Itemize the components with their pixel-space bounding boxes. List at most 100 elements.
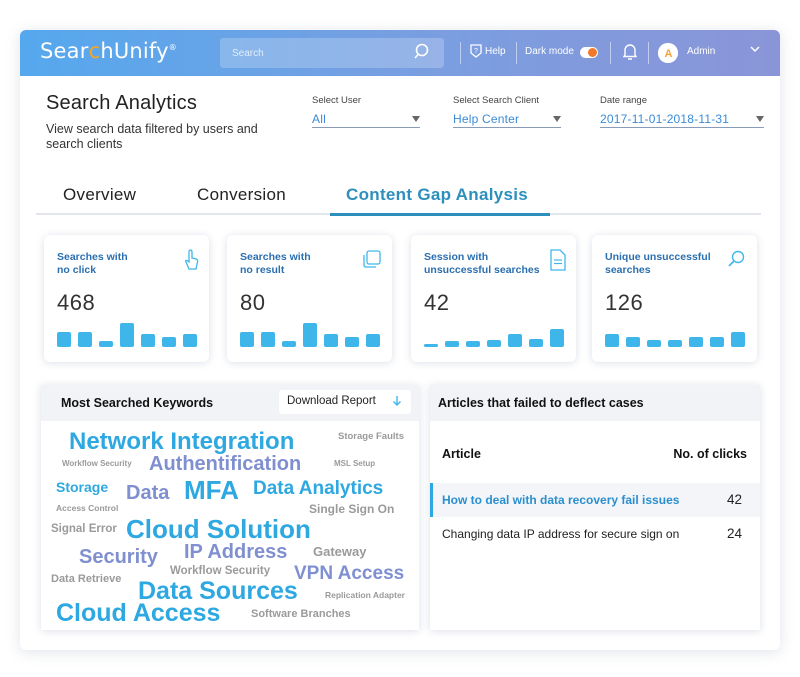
keyword[interactable]: Gateway (313, 545, 366, 558)
keyword[interactable]: Signal Error (51, 523, 117, 536)
article-link[interactable]: How to deal with data recovery fail issu… (442, 493, 679, 507)
keyword[interactable]: Cloud Solution (126, 516, 311, 542)
caret-down-icon (756, 116, 764, 122)
spark-bar (626, 337, 640, 347)
download-report-button[interactable]: Download Report (279, 390, 411, 414)
article-link[interactable]: Changing data IP address for secure sign… (442, 527, 679, 541)
select-client-dropdown[interactable]: Help Center (453, 110, 561, 128)
metric-sparkbars (57, 319, 202, 347)
metric-card-unsuccessful-sessions[interactable]: Session with unsuccessful searches 42 (411, 235, 576, 362)
keyword[interactable]: Storage Faults (338, 432, 404, 442)
spark-bar (647, 340, 661, 347)
tab-conversion[interactable]: Conversion (197, 185, 286, 205)
page-title: Search Analytics (46, 92, 198, 114)
metric-sparkbars (240, 319, 385, 347)
logo-registered-mark: ® (168, 43, 177, 52)
metric-card-no-click[interactable]: Searches with no click 468 (44, 235, 209, 362)
keyword[interactable]: Storage (56, 480, 108, 494)
keyword[interactable]: Security (79, 547, 158, 567)
spark-bar (282, 341, 296, 347)
select-user-group: Select User All (312, 95, 420, 128)
user-name[interactable]: Admin (687, 46, 715, 57)
metric-value: 126 (605, 290, 644, 315)
global-search-input[interactable] (232, 44, 402, 62)
metric-card-unique-unsuccessful[interactable]: Unique unsuccessful searches 126 (592, 235, 757, 362)
download-report-label: Download Report (287, 395, 376, 407)
keyword[interactable]: Access Control (56, 504, 118, 513)
spark-bar (710, 337, 724, 347)
caret-down-icon (553, 116, 561, 122)
spark-bar (366, 334, 380, 347)
spark-bar (240, 332, 254, 347)
logo-magnifier-icon: c (88, 39, 101, 63)
metric-value: 468 (57, 290, 96, 315)
spark-bar (345, 337, 359, 347)
caret-down-icon (412, 116, 420, 122)
search-icon[interactable] (414, 43, 432, 66)
avatar-letter: A (665, 48, 673, 60)
metric-value: 80 (240, 290, 266, 315)
keyword[interactable]: Network Integration (69, 430, 294, 454)
keyword[interactable]: MSL Setup (334, 460, 375, 468)
panel-header: Articles that failed to deflect cases (430, 385, 760, 421)
keyword[interactable]: Workflow Security (170, 565, 270, 578)
spark-bar (731, 332, 745, 347)
column-article: Article (442, 447, 481, 461)
spark-bar (78, 332, 92, 347)
spark-bar (550, 329, 564, 347)
global-search-box (220, 38, 444, 68)
keyword[interactable]: Software Branches (251, 609, 351, 620)
logo-text-start: Sear (40, 39, 89, 63)
keyword[interactable]: MFA (184, 477, 239, 503)
spark-bar (57, 332, 71, 347)
table-row[interactable]: Changing data IP address for secure sign… (430, 517, 760, 551)
metric-card-no-result[interactable]: Searches with no result 80 (227, 235, 392, 362)
keyword[interactable]: Data (126, 483, 169, 503)
keyword[interactable]: Authentification (149, 454, 301, 474)
spark-bar (99, 341, 113, 347)
select-user-dropdown[interactable]: All (312, 110, 420, 128)
help-icon[interactable]: ? (470, 44, 482, 61)
logo-text-end: hUnify (100, 39, 169, 63)
tab-content-gap-analysis[interactable]: Content Gap Analysis (346, 185, 528, 205)
keyword[interactable]: Data Retrieve (51, 574, 121, 585)
divider (460, 42, 461, 64)
tab-overview[interactable]: Overview (63, 185, 136, 205)
spark-bar (303, 323, 317, 347)
spark-bar (445, 341, 459, 347)
help-link[interactable]: Help (485, 46, 506, 57)
click-count: 42 (726, 492, 742, 507)
spark-bar (668, 340, 682, 347)
searchunify-logo[interactable]: SearchUnify® (40, 39, 177, 63)
avatar[interactable]: A (658, 43, 678, 63)
metric-title: Unique unsuccessful searches (605, 251, 711, 276)
copy-icon (362, 249, 382, 274)
keyword[interactable]: Cloud Access (56, 601, 220, 626)
spark-bar (261, 332, 275, 347)
keywords-panel-title: Most Searched Keywords (61, 396, 214, 410)
metric-value: 42 (424, 290, 450, 315)
divider (648, 42, 649, 64)
keyword[interactable]: VPN Access (294, 564, 404, 583)
app-window: SearchUnify® ? Help Dark mode A Admin Se… (20, 30, 780, 650)
keyword[interactable]: Replication Adapter (325, 591, 405, 600)
keyword[interactable]: Single Sign On (309, 503, 394, 515)
spark-bar (529, 339, 543, 347)
select-user-label: Select User (312, 95, 362, 106)
table-row[interactable]: How to deal with data recovery fail issu… (430, 483, 760, 517)
top-bar: SearchUnify® ? Help Dark mode A Admin (20, 30, 780, 76)
articles-panel: Articles that failed to deflect cases Ar… (430, 385, 760, 630)
metric-title: Searches with no click (57, 251, 128, 276)
date-range-group: Date range 2017-11-01-2018-11-31 (600, 95, 764, 128)
chevron-down-icon[interactable] (750, 45, 760, 56)
tab-bar: Overview Conversion Content Gap Analysis (36, 185, 761, 215)
spark-bar (324, 334, 338, 347)
keyword[interactable]: Data Analytics (253, 479, 383, 498)
bell-icon[interactable] (622, 43, 638, 64)
keyword[interactable]: IP Address (184, 542, 287, 562)
dark-mode-toggle[interactable] (580, 47, 598, 58)
spark-bar (183, 334, 197, 347)
date-range-dropdown[interactable]: 2017-11-01-2018-11-31 (600, 110, 764, 128)
select-client-label: Select Search Client (453, 95, 540, 106)
keyword[interactable]: Workflow Security (62, 460, 132, 468)
